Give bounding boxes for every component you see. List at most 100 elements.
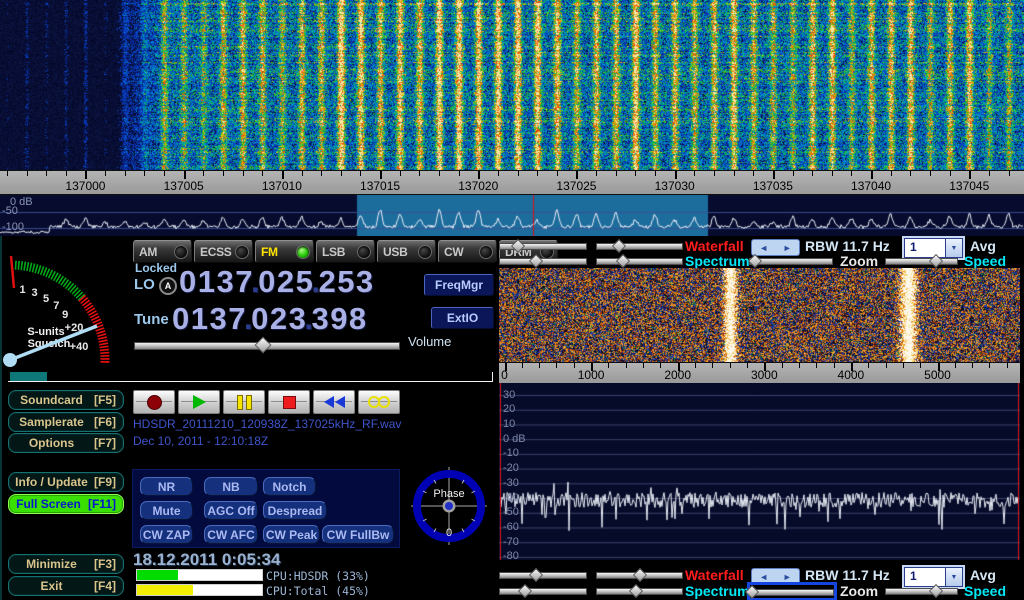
mode-ecss-button[interactable]: ECSS bbox=[194, 240, 253, 263]
af-spectrum-db-axis: 3020100 dB-10-20-30-40-50-60-70-80 bbox=[499, 383, 559, 560]
scroll-right-icon[interactable]: ► bbox=[783, 572, 792, 582]
info-update-button[interactable]: Info / Update[F9] bbox=[8, 472, 124, 492]
squelch-level-bar[interactable] bbox=[8, 372, 493, 382]
cw-peak-button[interactable]: CW Peak bbox=[263, 525, 320, 544]
rewind-button[interactable] bbox=[313, 390, 355, 414]
cpu-hdsdr-fill bbox=[137, 570, 178, 580]
scale-tick bbox=[920, 363, 921, 368]
scale-tick bbox=[655, 171, 656, 176]
waterfall-contrast-slider-bottom[interactable] bbox=[499, 568, 587, 581]
main-frequency-scale[interactable]: 1370001370051370101370151370201370251370… bbox=[0, 170, 1024, 195]
spectrum-label-top: Spectrum bbox=[685, 253, 750, 269]
play-button[interactable] bbox=[178, 390, 220, 414]
spectrum-brightness-slider-top[interactable] bbox=[596, 254, 683, 267]
waterfall-contrast-slider-top[interactable] bbox=[499, 239, 587, 252]
mode-cw-button[interactable]: CW bbox=[438, 240, 497, 263]
lo-frequency-display[interactable]: 0137.025.253 bbox=[179, 264, 375, 300]
scale-label: 5000 bbox=[924, 368, 951, 382]
overview-spectrum[interactable]: 0 dB -50 -100 bbox=[0, 195, 1024, 236]
fullscreen-button[interactable]: Full Screen[F11] bbox=[8, 494, 124, 514]
waterfall-brightness-slider-top[interactable] bbox=[596, 239, 683, 252]
af-frequency-scale[interactable]: 010002000300040005000 bbox=[499, 362, 1020, 384]
overview-spectrum-canvas[interactable] bbox=[0, 195, 1024, 236]
stop-button[interactable] bbox=[268, 390, 310, 414]
db-axis-label: -50 bbox=[503, 506, 519, 518]
extio-button[interactable]: ExtIO bbox=[431, 307, 494, 329]
lo-auto-badge[interactable]: A bbox=[159, 277, 177, 295]
scroll-left-icon[interactable]: ◄ bbox=[759, 572, 768, 582]
mode-fm-button[interactable]: FM bbox=[255, 240, 314, 263]
scale-tick bbox=[380, 171, 382, 179]
mode-lsb-button[interactable]: LSB bbox=[316, 240, 375, 263]
spectrum-contrast-slider-top[interactable] bbox=[499, 254, 587, 267]
pause-button[interactable] bbox=[223, 390, 265, 414]
squelch-marker[interactable] bbox=[11, 256, 14, 288]
cw-zap-button[interactable]: CW ZAP bbox=[140, 525, 193, 544]
scroll-left-icon[interactable]: ◄ bbox=[759, 243, 768, 253]
spectrum-contrast-slider-bottom[interactable] bbox=[499, 584, 587, 597]
record-button[interactable] bbox=[133, 390, 175, 414]
speed-slider-bottom[interactable] bbox=[885, 584, 958, 597]
avg-label-bottom: Avg bbox=[970, 567, 996, 583]
mute-button[interactable]: Mute bbox=[140, 501, 193, 520]
scale-tick bbox=[972, 363, 973, 368]
cpu-hdsdr-bar bbox=[136, 569, 263, 581]
af-spectrum-canvas[interactable] bbox=[499, 383, 1020, 560]
s-meter: 1 3 5 7 9 +20 +40 S-units Squelch bbox=[2, 242, 128, 370]
minimize-button[interactable]: Minimize[F3] bbox=[8, 554, 124, 574]
cw-afc-button[interactable]: CW AFC bbox=[204, 525, 258, 544]
samplerate-button[interactable]: Samplerate[F6] bbox=[8, 412, 124, 432]
scale-tick bbox=[85, 171, 87, 179]
options-button[interactable]: Options[F7] bbox=[8, 433, 124, 453]
soundcard-button[interactable]: Soundcard[F5] bbox=[8, 390, 124, 410]
nb-button[interactable]: NB bbox=[204, 477, 258, 496]
af-waterfall[interactable] bbox=[499, 268, 1020, 362]
am-led-icon bbox=[174, 245, 188, 259]
recording-filename: HDSDR_20111210_120938Z_137025kHz_RF.wav bbox=[133, 417, 401, 431]
phase-indicator[interactable]: Phase 0 bbox=[409, 466, 489, 546]
scale-tick bbox=[574, 363, 575, 368]
scale-tick bbox=[608, 363, 609, 368]
mode-am-button[interactable]: AM bbox=[133, 240, 192, 263]
notch-button[interactable]: Notch bbox=[263, 477, 316, 496]
tune-frequency-display[interactable]: 0137.023.398 bbox=[172, 301, 368, 337]
af-controls-top: Waterfall ◄ ► RBW 11.7 Hz 1 ▼ Avg Spectr… bbox=[496, 238, 1024, 268]
scale-tick bbox=[989, 171, 990, 176]
scale-tick bbox=[891, 171, 892, 176]
ecss-led-icon bbox=[235, 245, 249, 259]
exit-button[interactable]: Exit[F4] bbox=[8, 576, 124, 596]
recorder-button-row bbox=[133, 390, 400, 414]
mode-usb-button[interactable]: USB bbox=[377, 240, 436, 263]
scale-tick bbox=[660, 363, 661, 368]
scale-tick bbox=[834, 363, 835, 368]
scale-tick bbox=[223, 171, 224, 176]
cw-fullbw-button[interactable]: CW FullBw bbox=[322, 525, 394, 544]
nr-button[interactable]: NR bbox=[140, 477, 193, 496]
scale-tick bbox=[556, 363, 557, 368]
agc-off-button[interactable]: AGC Off bbox=[204, 501, 258, 520]
spectrum-brightness-slider-bottom[interactable] bbox=[596, 584, 683, 597]
freqmgr-button[interactable]: FreqMgr bbox=[424, 274, 494, 296]
loop-button[interactable] bbox=[358, 390, 400, 414]
main-rf-waterfall[interactable] bbox=[0, 0, 1024, 170]
scale-tick bbox=[793, 171, 794, 176]
s-meter-tick-5: 5 bbox=[43, 293, 49, 305]
scroll-right-icon[interactable]: ► bbox=[783, 243, 792, 253]
scale-label: 137015 bbox=[360, 179, 400, 193]
despread-button[interactable]: Despread bbox=[263, 501, 327, 520]
scale-tick bbox=[576, 171, 578, 179]
volume-slider[interactable] bbox=[134, 338, 400, 352]
af-spectrum[interactable]: 3020100 dB-10-20-30-40-50-60-70-80 bbox=[499, 383, 1020, 560]
zoom-slider-bottom[interactable] bbox=[750, 585, 834, 598]
speed-slider-top[interactable] bbox=[885, 254, 958, 267]
s-meter-tick-9: 9 bbox=[62, 309, 68, 321]
rbw-label-top: RBW 11.7 Hz bbox=[805, 238, 890, 254]
db-axis-label: 30 bbox=[503, 389, 515, 401]
waterfall-brightness-slider-bottom[interactable] bbox=[596, 568, 683, 581]
zoom-slider-top[interactable] bbox=[749, 254, 833, 267]
db-axis-label: 10 bbox=[503, 418, 515, 430]
af-controls-bottom: Waterfall ◄ ► RBW 11.7 Hz 1 ▼ Avg Spectr… bbox=[496, 565, 1024, 600]
scale-label: 137045 bbox=[949, 179, 989, 193]
scale-tick bbox=[478, 171, 480, 179]
scale-tick bbox=[773, 171, 775, 179]
